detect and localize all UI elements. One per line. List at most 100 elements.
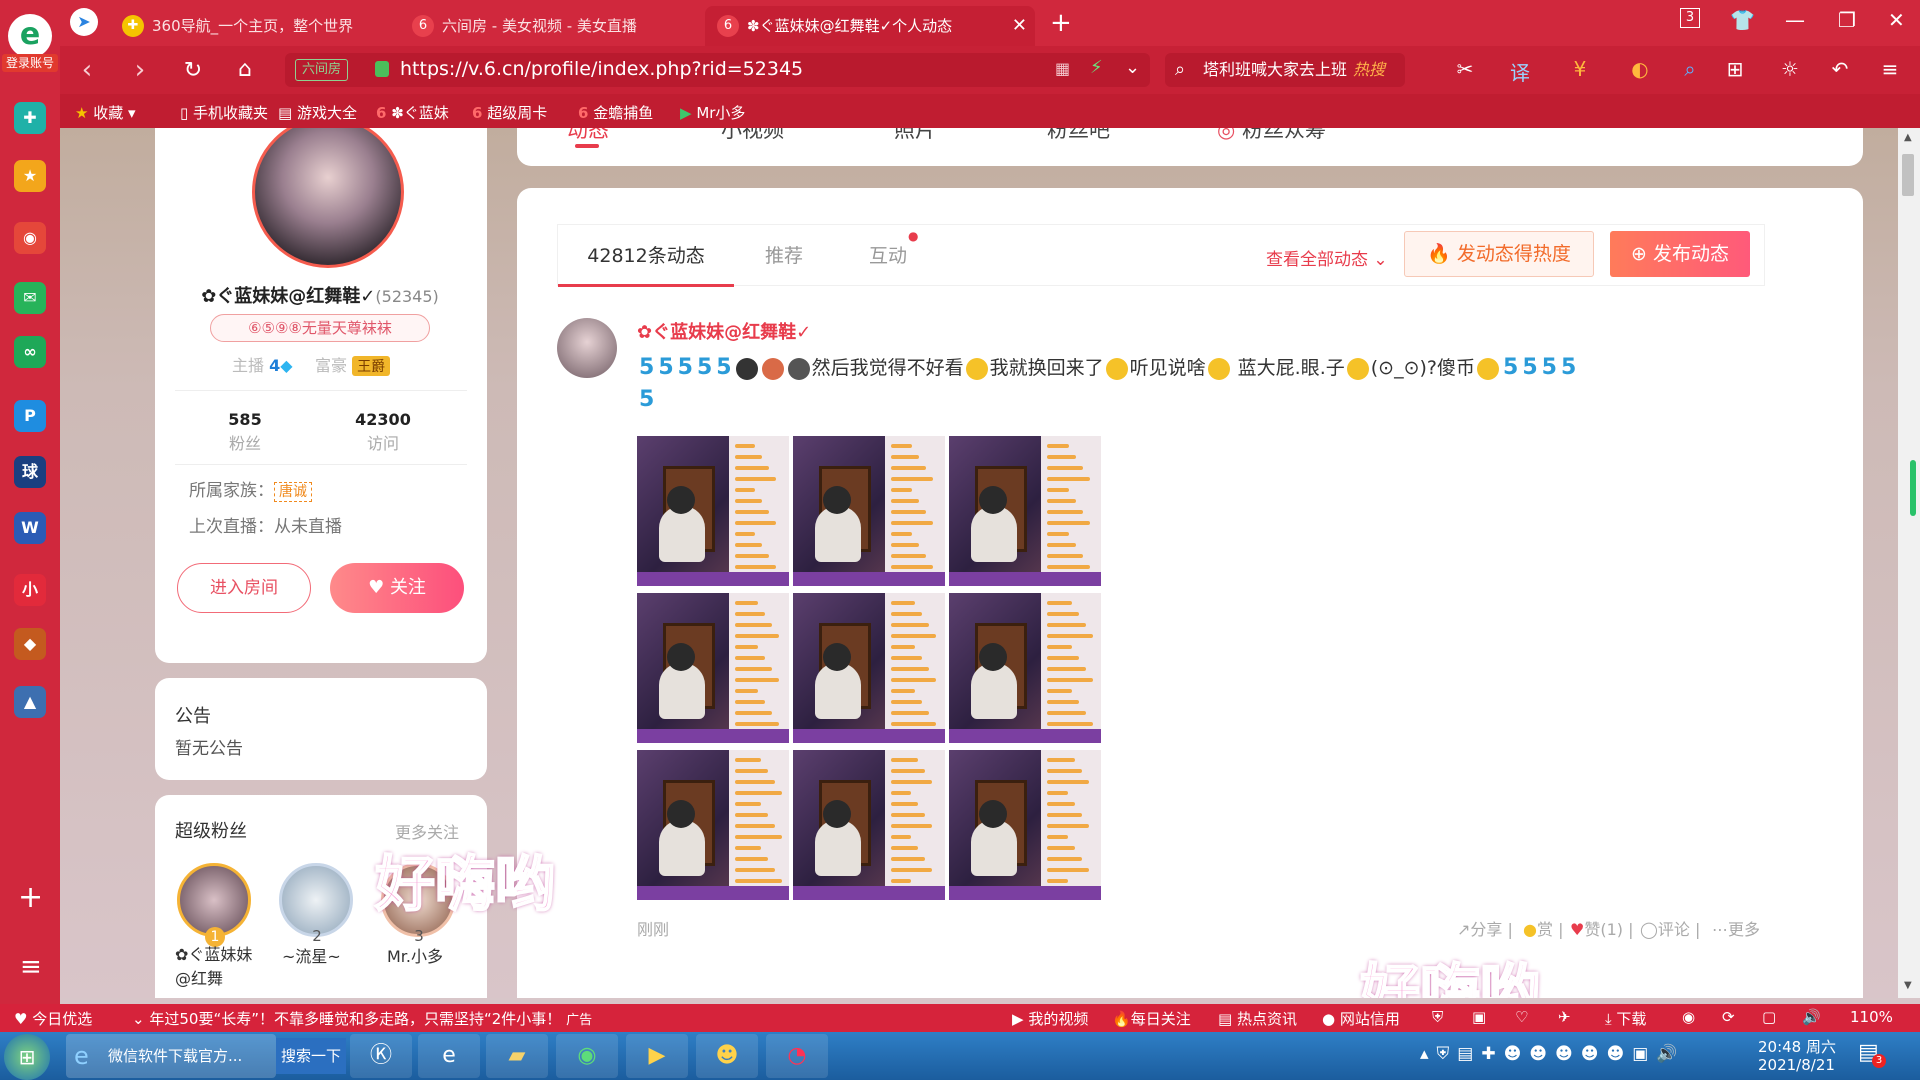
dropdown-chevron-icon[interactable]: ⌄ bbox=[1125, 57, 1140, 78]
reward-button[interactable]: ●赏 | bbox=[1523, 916, 1563, 940]
zoom-level[interactable]: 110% bbox=[1850, 1008, 1893, 1026]
nav-fan-bar[interactable]: 粉丝吧 bbox=[1047, 128, 1110, 144]
translate-icon[interactable]: 译 bbox=[1505, 57, 1535, 86]
lightning-icon[interactable]: ⚡ bbox=[1090, 57, 1103, 78]
taskbar-360-icon[interactable]: ◉ bbox=[556, 1034, 618, 1078]
enter-room-button[interactable]: 进入房间 bbox=[177, 563, 311, 613]
home-icon[interactable]: ⌂ bbox=[230, 57, 260, 82]
taskbar-ie-icon[interactable]: e bbox=[418, 1034, 480, 1078]
tab-recommend[interactable]: 推荐 bbox=[734, 225, 834, 287]
side-scroll-indicator[interactable] bbox=[1910, 460, 1916, 516]
rocket-status-icon[interactable]: ✈ bbox=[1558, 1008, 1571, 1026]
profile-avatar[interactable] bbox=[252, 128, 404, 268]
bookmark-lanmeimei[interactable]: 6 ✽ぐ蓝妹 bbox=[376, 102, 449, 123]
my-video-link[interactable]: ▶ 我的视频 bbox=[1012, 1008, 1088, 1029]
word-doc-icon[interactable]: W bbox=[14, 512, 46, 544]
superfan-avatar[interactable] bbox=[177, 863, 251, 937]
post-image-thumbnail[interactable] bbox=[637, 593, 789, 743]
tab-count-badge[interactable]: 3 bbox=[1680, 8, 1700, 28]
game-app-icon[interactable]: ◆ bbox=[14, 628, 46, 660]
nav-dynamic[interactable]: 动态 bbox=[567, 128, 609, 144]
coin-icon[interactable]: ¥ bbox=[1565, 57, 1595, 81]
undo-icon[interactable]: ↶ bbox=[1825, 57, 1855, 81]
post-author[interactable]: ✿ぐ蓝妹妹@红舞鞋✓ bbox=[637, 318, 811, 344]
post-image-thumbnail[interactable] bbox=[949, 593, 1101, 743]
follow-button[interactable]: ♥ 关注 bbox=[330, 563, 464, 613]
taskbar-player-icon[interactable]: ▶ bbox=[626, 1034, 688, 1078]
brightness-icon[interactable]: ☼ bbox=[1775, 57, 1805, 81]
game-status-icon[interactable]: ◉ bbox=[1682, 1008, 1695, 1026]
comment-button[interactable]: ◯评论 | bbox=[1640, 916, 1700, 940]
bookmark-games[interactable]: ▤ 游戏大全 bbox=[278, 102, 357, 123]
daily-follow-link[interactable]: 🔥每日关注 bbox=[1112, 1008, 1191, 1029]
sports-app-icon[interactable]: 球 bbox=[14, 456, 46, 488]
tray-icons[interactable]: ▴⛨▤✚☻☻☻☻☻▣🔊 bbox=[1420, 1044, 1685, 1064]
hot-news-link[interactable]: ▤ 热点资讯 bbox=[1218, 1008, 1297, 1029]
menu-list-icon[interactable]: ≡ bbox=[20, 952, 42, 982]
tab-interact[interactable]: 互动 ● bbox=[838, 225, 938, 287]
forward-arrow-icon[interactable]: › bbox=[125, 55, 155, 85]
post-image-thumbnail[interactable] bbox=[793, 593, 945, 743]
nav-crowdfund[interactable]: ◎ 粉丝众筹 bbox=[1217, 128, 1326, 144]
nav-photos[interactable]: 照片 bbox=[894, 128, 936, 144]
refresh-icon[interactable]: ↻ bbox=[178, 58, 208, 83]
site-credit-link[interactable]: ● 网站信用 bbox=[1322, 1008, 1400, 1029]
refresh-status-icon[interactable]: ⟳ bbox=[1722, 1008, 1735, 1026]
add-app-icon[interactable]: + bbox=[18, 880, 43, 915]
p-app-icon[interactable]: P bbox=[14, 400, 46, 432]
heat-button[interactable]: 🔥 发动态得热度 bbox=[1404, 231, 1594, 277]
weibo-icon[interactable]: ◉ bbox=[14, 222, 46, 254]
scroll-down-arrow-icon[interactable]: ▼ bbox=[1904, 980, 1912, 991]
start-button[interactable]: ⊞ bbox=[4, 1034, 50, 1080]
minimize-button[interactable]: — bbox=[1785, 8, 1805, 32]
bookmark-weekly[interactable]: 6 超级周卡 bbox=[472, 102, 547, 123]
scissors-icon[interactable]: ✂ bbox=[1450, 57, 1480, 81]
new-tab-button[interactable]: + bbox=[1050, 8, 1072, 38]
tab-6-room[interactable]: 6 六间房 - 美女视频 - 美女直播 bbox=[400, 6, 700, 46]
post-image-thumbnail[interactable] bbox=[637, 436, 789, 586]
nav-short-video[interactable]: 小视频 bbox=[721, 128, 784, 144]
bookmark-favorites[interactable]: ★ 收藏 ▾ bbox=[75, 102, 136, 123]
browser-menu-icon[interactable]: ≡ bbox=[1875, 57, 1905, 81]
post-image-thumbnail[interactable] bbox=[949, 750, 1101, 900]
login-account-button[interactable]: 登录账号 bbox=[2, 54, 58, 72]
send-arrow-icon[interactable]: ➤ bbox=[70, 8, 98, 36]
apps-grid-icon[interactable]: ⊞ bbox=[1720, 57, 1750, 81]
news-ticker[interactable]: ⌄ 年过50要“长寿”！不靠多睡觉和多走路，只需坚持“2件小事！ 广告 bbox=[132, 1008, 592, 1029]
close-window-button[interactable]: ✕ bbox=[1888, 8, 1905, 32]
plus-app-icon[interactable]: ✚ bbox=[14, 102, 46, 134]
mail-icon[interactable]: ✉ bbox=[14, 282, 46, 314]
xiaohongshu-icon[interactable]: 小 bbox=[14, 574, 46, 606]
health-status-icon[interactable]: ♡ bbox=[1515, 1008, 1528, 1026]
share-button[interactable]: ↗分享 | bbox=[1457, 916, 1513, 940]
bookmark-fishing[interactable]: 6 金蟾捕鱼 bbox=[578, 102, 653, 123]
gamepad-icon[interactable]: ◐ bbox=[1625, 57, 1655, 81]
post-image-thumbnail[interactable] bbox=[793, 750, 945, 900]
taskbar-date[interactable]: 2021/8/21 bbox=[1758, 1056, 1835, 1074]
page-scrollbar[interactable]: ▲ ▼ bbox=[1898, 128, 1920, 998]
post-avatar[interactable] bbox=[557, 318, 617, 378]
tab-all-dynamics[interactable]: 42812条动态 bbox=[558, 225, 734, 287]
taskbar-time[interactable]: 20:48 周六 bbox=[1758, 1036, 1836, 1057]
like-button[interactable]: ♥赞(1) | bbox=[1570, 916, 1634, 940]
taskbar-game-icon[interactable]: ☻ bbox=[696, 1034, 758, 1078]
family-tag[interactable]: 唐诚 bbox=[274, 482, 312, 502]
search-box[interactable]: ⌕ 塔利班喊大家去上班 热搜 bbox=[1165, 53, 1405, 87]
bookmark-mobile[interactable]: ▯ 手机收藏夹 bbox=[180, 102, 268, 123]
image-status-icon[interactable]: ▣ bbox=[1472, 1008, 1486, 1026]
today-picks[interactable]: ♥ 今日优选 bbox=[14, 1008, 92, 1029]
taskbar-folder-icon[interactable]: ▰ bbox=[486, 1034, 548, 1078]
magnifier-icon[interactable]: ⌕ bbox=[1675, 57, 1705, 81]
taskbar-search-button[interactable]: 搜索一下 bbox=[276, 1038, 346, 1074]
scrollbar-thumb[interactable] bbox=[1902, 154, 1914, 196]
game2-app-icon[interactable]: ▲ bbox=[14, 686, 46, 718]
taskbar-chrome-icon[interactable]: ◔ bbox=[766, 1034, 828, 1078]
qr-code-icon[interactable]: ▦ bbox=[1055, 59, 1070, 78]
tab-profile-active[interactable]: 6 ✽ぐ蓝妹妹@红舞鞋✓个人动态 ✕ bbox=[705, 6, 1035, 46]
volume-status-icon[interactable]: 🔊 bbox=[1802, 1008, 1821, 1026]
post-image-thumbnail[interactable] bbox=[949, 436, 1101, 586]
superfan-avatar[interactable] bbox=[279, 863, 353, 937]
link-app-icon[interactable]: ∞ bbox=[14, 336, 46, 368]
close-tab-icon[interactable]: ✕ bbox=[1012, 6, 1027, 46]
skin-shirt-icon[interactable]: 👕 bbox=[1730, 8, 1755, 32]
